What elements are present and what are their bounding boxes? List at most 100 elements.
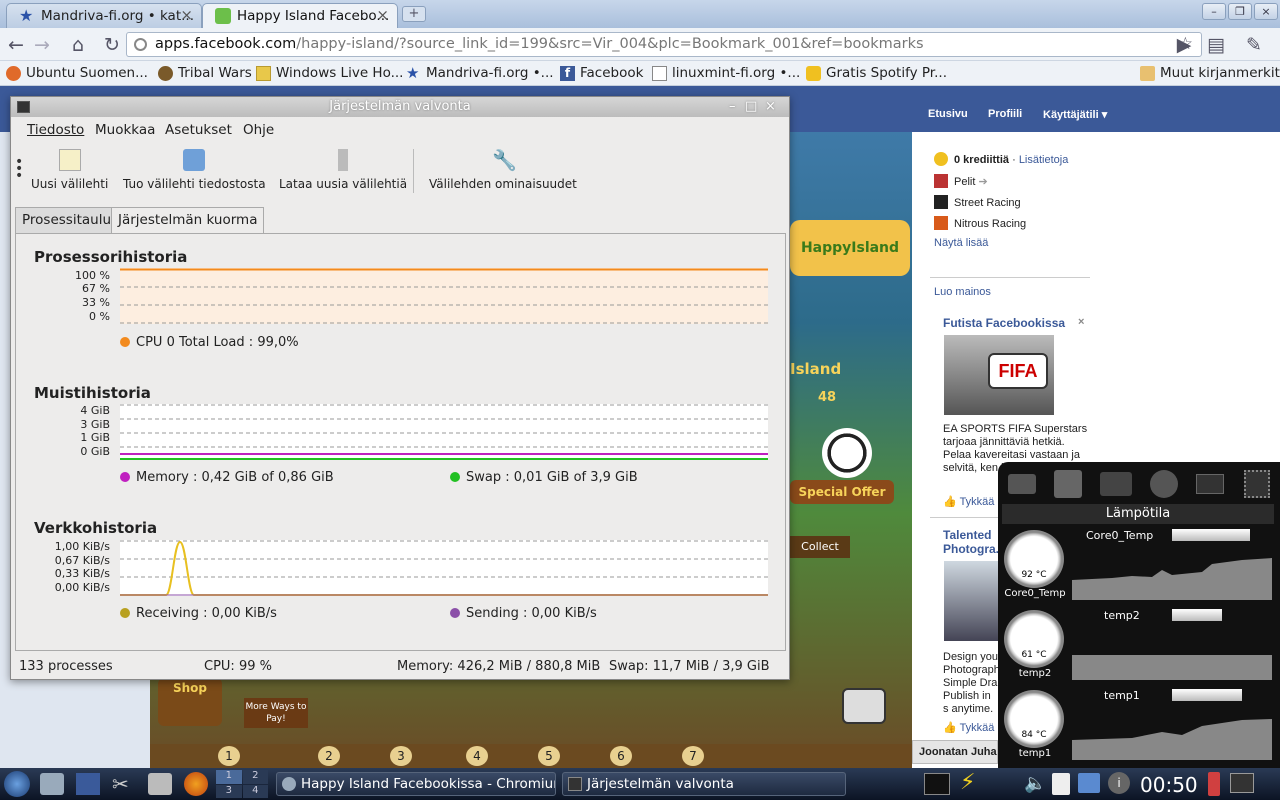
maximize-button[interactable]: ❐: [1228, 3, 1252, 20]
firefox-icon[interactable]: [184, 772, 208, 796]
task-label: Happy Island Facebookissa - Chromium: [301, 776, 556, 792]
lightning-icon[interactable]: ⚡: [960, 770, 975, 795]
minimize-button[interactable]: –: [1202, 3, 1226, 20]
address-bar[interactable]: apps.facebook.com/happy-island/?source_l…: [126, 32, 1202, 57]
close-window-button[interactable]: ×: [1254, 3, 1278, 20]
workspace-switcher[interactable]: 1 2 3 4: [216, 770, 268, 798]
task-chromium[interactable]: Happy Island Facebookissa - Chromium: [276, 772, 556, 796]
window-titlebar[interactable]: Järjestelmän valvonta – □ ×: [11, 97, 789, 117]
terminal-icon[interactable]: [924, 773, 950, 795]
workspace-1[interactable]: 1: [216, 770, 242, 784]
menu-settings[interactable]: Asetukset: [165, 122, 232, 138]
collect-button[interactable]: Collect: [790, 536, 850, 558]
hotbar-slot-5[interactable]: 5: [538, 746, 560, 766]
close-tab-icon[interactable]: ×: [376, 6, 389, 24]
more-ways-to-pay-button[interactable]: More Ways to Pay!: [244, 698, 308, 728]
bookmark-ubuntu[interactable]: Ubuntu Suomen...: [6, 65, 148, 81]
network-icon[interactable]: [1078, 773, 1100, 793]
start-menu-icon[interactable]: [4, 771, 30, 797]
cpu-chip-icon[interactable]: [1244, 470, 1270, 498]
browser-tab-happy-island[interactable]: Happy Island Facebo... ×: [202, 3, 398, 28]
ad-title-fifa[interactable]: Futista Facebookissa: [943, 316, 1065, 330]
minimize-icon[interactable]: –: [729, 97, 736, 117]
new-tab-button[interactable]: Uusi välilehti: [31, 149, 108, 191]
back-icon[interactable]: ←: [4, 33, 28, 57]
bookmark-tribal-wars[interactable]: Tribal Wars: [158, 65, 252, 81]
close-icon[interactable]: ×: [765, 97, 776, 117]
tab-process-table[interactable]: Prosessitaulu: [15, 207, 119, 233]
show-more-link[interactable]: Näytä lisää: [934, 237, 988, 249]
menu-file[interactable]: Tiedosto: [27, 122, 84, 138]
app-street-racing[interactable]: Street Racing: [934, 195, 1021, 209]
download-tabs-button[interactable]: Lataa uusia välilehtiä: [279, 149, 407, 191]
ad-title-photography[interactable]: Talented Photogra...: [943, 528, 1006, 556]
bookmark-linuxmint[interactable]: linuxmint-fi.org •...: [652, 65, 800, 81]
app-nitrous-racing[interactable]: Nitrous Racing: [934, 216, 1026, 230]
fb-nav-home[interactable]: Etusivu: [928, 108, 968, 120]
hotbar-slot-7[interactable]: 7: [682, 746, 704, 766]
fifa-ad-image[interactable]: FIFA: [944, 335, 1054, 415]
monitor-icon[interactable]: [148, 773, 172, 795]
other-bookmarks[interactable]: Muut kirjanmerkit: [1140, 65, 1280, 81]
hotbar-slot-6[interactable]: 6: [610, 746, 632, 766]
close-tab-icon[interactable]: ×: [180, 6, 193, 24]
task-system-monitor[interactable]: Järjestelmän valvonta: [562, 772, 846, 796]
tools-icon[interactable]: ✂: [112, 772, 136, 796]
globe-icon[interactable]: [1150, 470, 1178, 498]
bookmark-spotify[interactable]: Gratis Spotify Pr...: [806, 65, 947, 81]
hotbar-slot-1[interactable]: 1: [218, 746, 240, 766]
clipboard-icon[interactable]: [1052, 773, 1070, 795]
hotbar-slot-2[interactable]: 2: [318, 746, 340, 766]
like-button[interactable]: 👍 Tykkää: [943, 495, 994, 508]
import-tab-button[interactable]: Tuo välilehti tiedostosta: [123, 149, 266, 191]
toolbar-label: Välilehden ominaisuudet: [429, 177, 577, 191]
tab-properties-button[interactable]: 🔧 Välilehden ominaisuudet: [429, 149, 577, 191]
fb-nav-profile[interactable]: Profiili: [988, 108, 1022, 120]
home-icon[interactable]: ⌂: [66, 33, 90, 57]
toolbar-handle-icon[interactable]: • • •: [15, 155, 23, 183]
clock[interactable]: 00:50: [1140, 773, 1198, 797]
like-button-2[interactable]: 👍 Tykkää: [943, 721, 994, 734]
hotbar-slot-4[interactable]: 4: [466, 746, 488, 766]
workspace-2[interactable]: 2: [242, 770, 268, 784]
new-tab-button[interactable]: +: [402, 6, 426, 22]
create-ad-link[interactable]: Luo mainos: [934, 286, 991, 298]
workspace-4[interactable]: 4: [242, 784, 268, 798]
credits-info-link[interactable]: Lisätietoja: [1019, 154, 1069, 166]
disk-icon[interactable]: [1054, 470, 1082, 498]
special-offer-button[interactable]: Special Offer: [790, 480, 894, 504]
network-card-icon[interactable]: [1100, 472, 1132, 496]
browser-tab-mandriva[interactable]: ★ Mandriva-fi.org • kat... ×: [6, 3, 202, 28]
maximize-icon[interactable]: □: [745, 97, 757, 117]
menu-help[interactable]: Ohje: [243, 122, 274, 138]
bookmark-mandriva[interactable]: ★ Mandriva-fi.org •...: [406, 65, 554, 81]
show-desktop-icon[interactable]: [76, 773, 100, 795]
volume-icon[interactable]: 🔈: [1024, 773, 1046, 794]
menu-edit[interactable]: Muokkaa: [95, 122, 155, 138]
forward-icon[interactable]: →: [30, 33, 54, 57]
battery-icon[interactable]: [1208, 772, 1220, 796]
close-ad-icon[interactable]: ×: [1078, 316, 1084, 328]
system-icon[interactable]: [40, 773, 64, 795]
status-cpu: CPU: 99 %: [204, 659, 272, 674]
shop-button[interactable]: Shop: [158, 678, 222, 726]
bookmark-facebook[interactable]: f Facebook: [560, 65, 643, 81]
bookmark-windows-live[interactable]: Windows Live Ho...: [256, 65, 403, 81]
camera-icon[interactable]: [842, 688, 886, 724]
hotbar-slot-3[interactable]: 3: [390, 746, 412, 766]
system-monitor-tray-icon[interactable]: [1230, 773, 1254, 793]
info-icon[interactable]: i: [1108, 772, 1130, 794]
temp2-label: temp2: [1018, 668, 1052, 679]
page-action-icon[interactable]: ▶: [1172, 33, 1196, 57]
wrench-icon[interactable]: ✎: [1242, 33, 1266, 57]
fb-nav-account[interactable]: Käyttäjätili ▾: [1043, 108, 1121, 121]
app-games[interactable]: Pelit ➔: [934, 174, 988, 188]
tab-system-load[interactable]: Järjestelmän kuorma: [111, 207, 265, 234]
chat-tab[interactable]: Joonatan Juha...: [912, 740, 998, 764]
hard-drive-icon[interactable]: [1008, 474, 1036, 494]
photographer-ad-image[interactable]: [944, 561, 1000, 641]
page-menu-icon[interactable]: ▤: [1204, 33, 1228, 57]
reload-icon[interactable]: ↻: [100, 33, 124, 57]
workspace-3[interactable]: 3: [216, 784, 242, 798]
memory-module-icon[interactable]: [1196, 474, 1224, 494]
